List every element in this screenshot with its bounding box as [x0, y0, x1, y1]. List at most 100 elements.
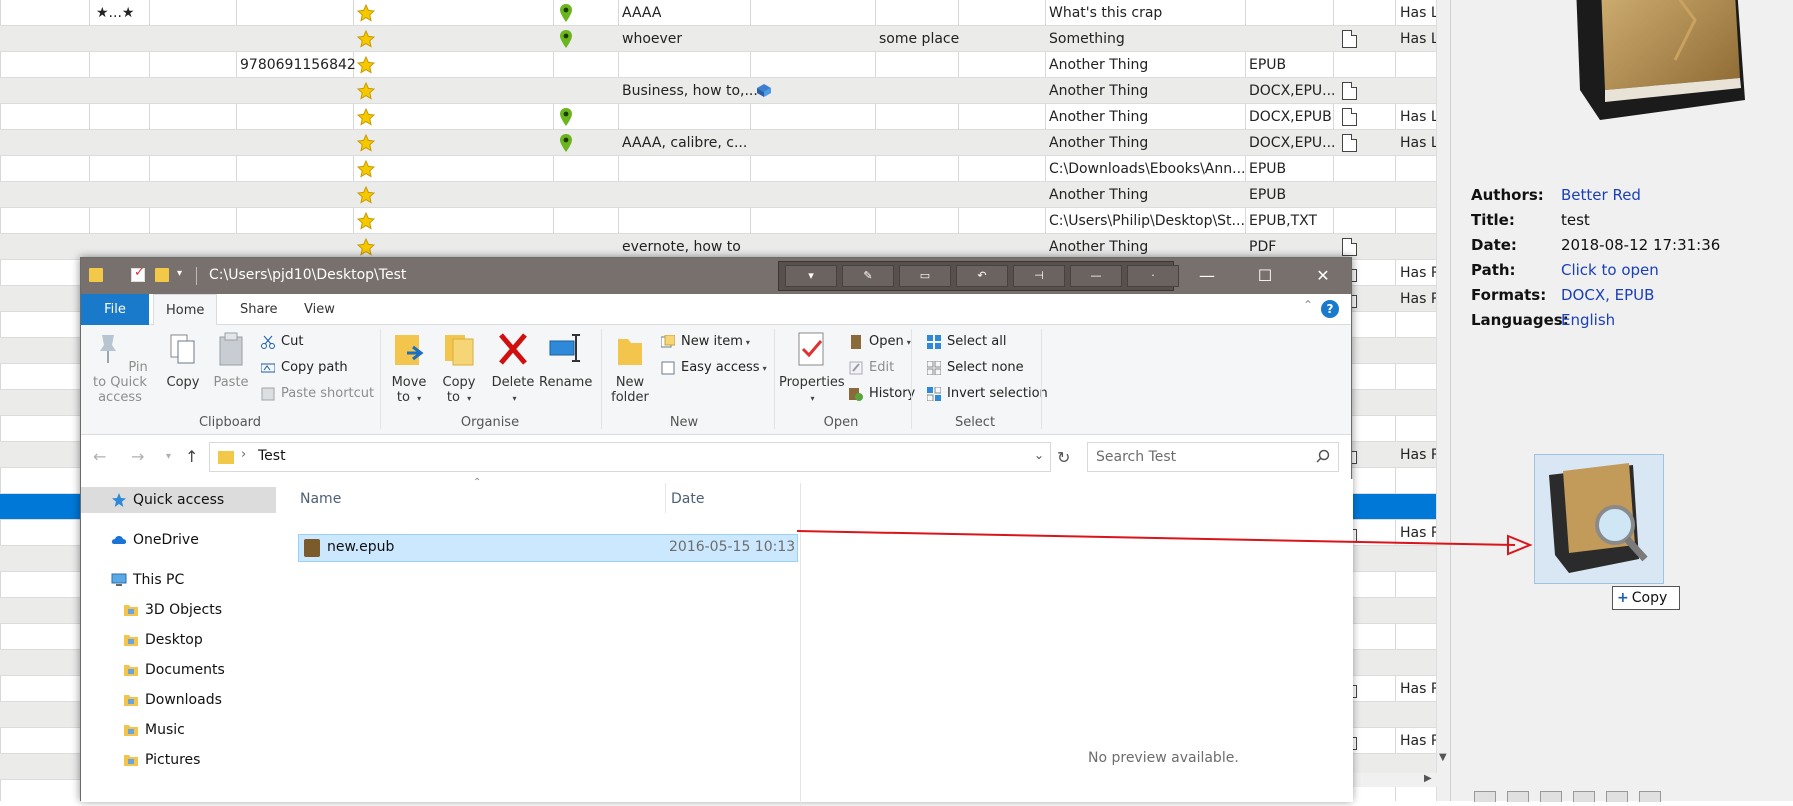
select-all-button[interactable]: Select all: [927, 331, 1006, 353]
toolbar-icon[interactable]: [1474, 791, 1496, 802]
publisher-cell: C:\Downloads\Ebooks\Ann...: [1049, 161, 1246, 177]
book-cover-icon[interactable]: [1545, 0, 1755, 150]
back-arrow-icon[interactable]: ←: [93, 447, 106, 466]
tools-icon[interactable]: ✎: [842, 265, 894, 287]
window-title: C:\Users\pjd10\Desktop\Test: [209, 267, 407, 283]
detail-link[interactable]: Click to open: [1561, 261, 1659, 279]
detail-link[interactable]: English: [1561, 311, 1615, 329]
paste-shortcut-button[interactable]: Paste shortcut: [261, 383, 374, 405]
new-folder-icon: [618, 339, 642, 365]
copy-button[interactable]: Copy: [161, 331, 205, 390]
table-row[interactable]: C:\Users\Philip\Desktop\St... EPUB,TXT: [0, 208, 1436, 234]
nav-item[interactable]: Documents: [81, 657, 276, 683]
toolbar-icon[interactable]: [1540, 791, 1562, 802]
tab-share[interactable]: Share: [228, 294, 290, 325]
properties-button[interactable]: Properties ▾: [779, 331, 845, 406]
edit-button[interactable]: Edit: [849, 357, 894, 379]
refresh-icon[interactable]: ↻: [1057, 448, 1070, 467]
table-row[interactable]: Another Thing DOCX,EPUB Has Le: [0, 104, 1447, 130]
star-icon: [357, 212, 375, 230]
table-row[interactable]: ★...★ AAAA What's this crap Has Le: [0, 0, 1447, 26]
note-cell: Has P: [1400, 525, 1440, 541]
delete-label: Delete: [491, 375, 535, 390]
column-header-date[interactable]: Date: [671, 491, 704, 507]
toolbar-icon[interactable]: [1573, 791, 1595, 802]
new-item-button[interactable]: New item ▾: [661, 331, 750, 353]
detail-link[interactable]: DOCX, EPUB: [1561, 286, 1654, 304]
collapse-ribbon-icon[interactable]: ⌃: [1303, 298, 1313, 312]
minimize-button[interactable]: —: [1178, 258, 1236, 294]
toolbar-dropdown-icon[interactable]: ▾: [785, 265, 837, 287]
file-row[interactable]: new.epub 2016-05-15 10:13: [298, 534, 798, 562]
nav-label: Pictures: [145, 752, 201, 768]
rename-button[interactable]: Rename: [539, 331, 592, 390]
tags-cell: Business, how to,...: [622, 83, 758, 99]
easy-access-button[interactable]: Easy access ▾: [661, 357, 767, 379]
table-row[interactable]: Another Thing EPUB: [0, 182, 1436, 208]
breadcrumb-chevron-icon[interactable]: ›: [241, 447, 246, 462]
cut-button[interactable]: Cut: [261, 331, 303, 353]
forward-arrow-icon[interactable]: →: [131, 447, 144, 466]
scroll-down-arrow-icon[interactable]: ▼: [1439, 752, 1447, 763]
breadcrumb-current[interactable]: Test: [258, 448, 286, 464]
table-row[interactable]: whoever some place Something Has Le: [0, 26, 1447, 52]
folder-documents-icon: [124, 665, 138, 676]
tab-file[interactable]: File: [81, 294, 149, 325]
select-none-button[interactable]: Select none: [927, 357, 1024, 379]
table-row[interactable]: Business, how to,... Another Thing DOCX,EP…: [0, 78, 1436, 104]
group-separator: [601, 329, 602, 429]
nav-item[interactable]: Pictures: [81, 747, 276, 773]
nav-item[interactable]: Quick access: [81, 487, 276, 513]
address-bar[interactable]: › Test ⌄: [209, 442, 1051, 472]
pin-to-quick-access-button[interactable]: Pin to Quick access: [87, 331, 153, 405]
paste-button[interactable]: Paste: [209, 331, 253, 390]
open-button[interactable]: Open ▾: [849, 331, 911, 353]
recent-locations-icon[interactable]: ▾: [166, 451, 171, 462]
detail-link[interactable]: Better Red: [1561, 186, 1641, 204]
properties-check-icon[interactable]: [131, 265, 145, 282]
copy-path-button[interactable]: Copy path: [261, 357, 348, 379]
tab-view[interactable]: View: [292, 294, 347, 325]
nav-item[interactable]: Music: [81, 717, 276, 743]
scroll-right-arrow-icon[interactable]: ▶: [1424, 773, 1432, 784]
table-row[interactable]: 9780691156842 Another Thing EPUB: [0, 52, 1436, 78]
up-arrow-icon[interactable]: ↑: [185, 447, 198, 466]
rename-icon: [549, 334, 580, 362]
title-bar[interactable]: ▾ C:\Users\pjd10\Desktop\Test ▾ ✎ ▭ ↶ ⊣ …: [81, 258, 1351, 294]
new-folder-button[interactable]: New folder: [607, 331, 653, 405]
copy-to-button[interactable]: Copy to ▾: [437, 331, 481, 406]
nav-item[interactable]: This PC: [81, 567, 276, 593]
undo-icon[interactable]: ↶: [956, 265, 1008, 287]
address-dropdown-icon[interactable]: ⌄: [1034, 448, 1044, 462]
tab-home[interactable]: Home: [153, 294, 218, 326]
maximize-button[interactable]: ☐: [1236, 258, 1294, 294]
nav-item[interactable]: OneDrive: [81, 527, 276, 553]
toolbar-icon[interactable]: [1639, 791, 1661, 802]
minimize-line-icon[interactable]: —: [1070, 265, 1122, 287]
search-input[interactable]: Search Test: [1087, 442, 1339, 472]
window-icon[interactable]: ▭: [899, 265, 951, 287]
toolbar-icon[interactable]: [1507, 791, 1529, 802]
pin-icon[interactable]: ⊣: [1013, 265, 1065, 287]
nav-item[interactable]: Desktop: [81, 627, 276, 653]
invert-selection-button[interactable]: Invert selection: [927, 383, 1048, 405]
delete-button[interactable]: Delete ▾: [491, 331, 535, 406]
history-button[interactable]: History: [849, 383, 915, 405]
new-folder-icon[interactable]: [155, 268, 169, 282]
help-button[interactable]: ?: [1321, 300, 1339, 318]
column-header-name[interactable]: Name: [300, 491, 341, 507]
table-row[interactable]: AAAA, calibre, c... Another Thing DOCX,EPU…: [0, 130, 1447, 156]
move-to-button[interactable]: Move to ▾: [387, 331, 431, 406]
nav-item[interactable]: 3D Objects: [81, 597, 276, 623]
table-row[interactable]: C:\Downloads\Ebooks\Ann... EPUB: [0, 156, 1436, 182]
paste-icon: [219, 332, 243, 366]
close-button[interactable]: ✕: [1294, 258, 1352, 294]
toolbar-icon[interactable]: [1606, 791, 1628, 802]
dot-icon[interactable]: ·: [1127, 265, 1179, 287]
nav-item[interactable]: Downloads: [81, 687, 276, 713]
library-vertical-scrollbar[interactable]: [1436, 0, 1450, 801]
preview-pane-separator[interactable]: [800, 483, 801, 806]
search-icon[interactable]: [1316, 449, 1330, 463]
column-separator[interactable]: [665, 483, 666, 513]
customize-toolbar-icon[interactable]: ▾: [177, 268, 191, 282]
